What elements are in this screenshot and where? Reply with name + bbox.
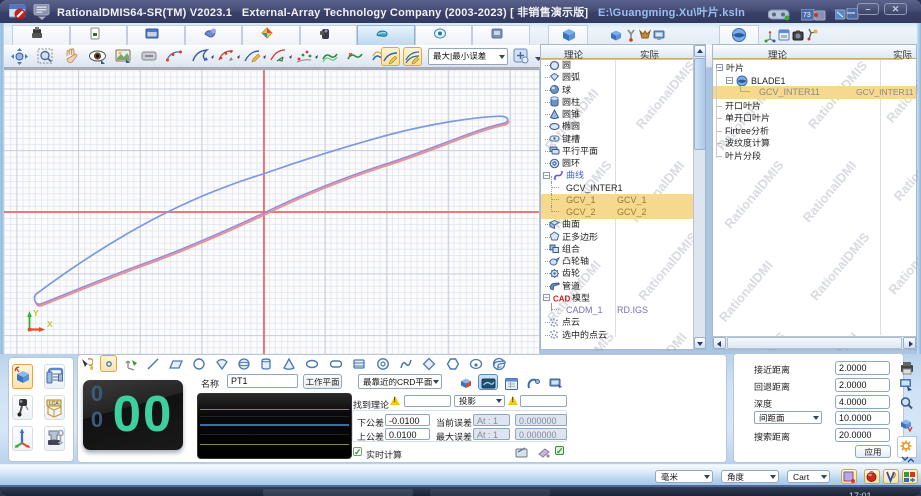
svg-text:CAD: CAD [553, 294, 571, 303]
svg-text:LCA: LCA [49, 401, 59, 407]
svg-text:Y: Y [33, 308, 39, 318]
svg-text:73: 73 [803, 12, 811, 19]
svg-text:X: X [47, 319, 53, 329]
